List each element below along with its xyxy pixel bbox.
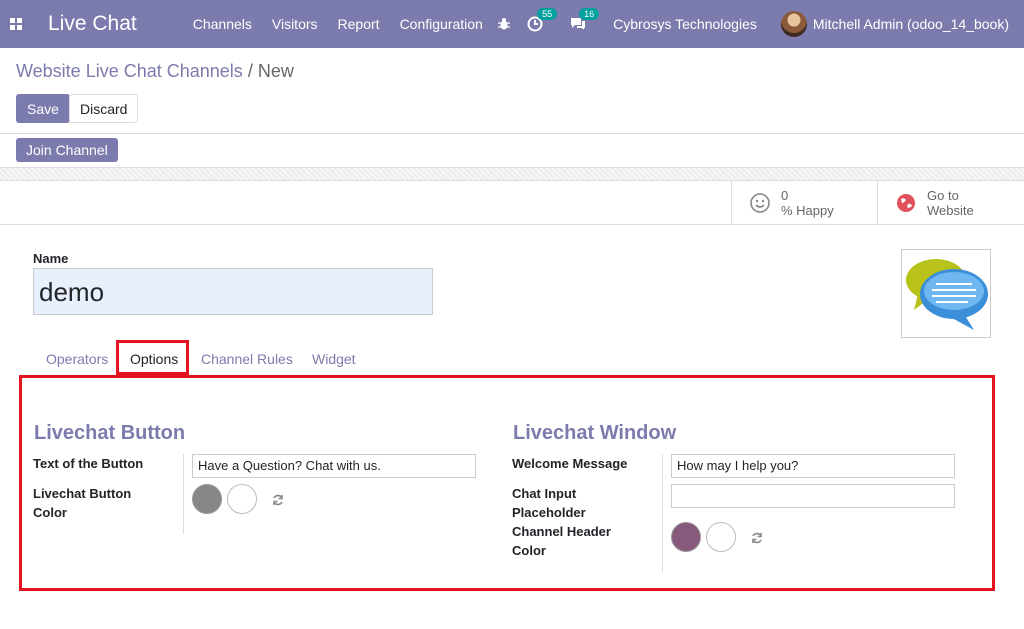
happy-stat-button[interactable]: 0 % Happy [731,181,877,225]
tab-channel-rules[interactable]: Channel Rules [201,351,293,367]
save-button[interactable]: Save [16,94,70,123]
field-separator [183,454,184,534]
app-name[interactable]: Live Chat [48,12,137,36]
join-channel-button[interactable]: Join Channel [16,138,118,162]
header-text-color-swatch[interactable] [706,522,736,552]
sheet-background-stripe [0,167,1024,181]
breadcrumb-current: New [257,61,294,81]
website-label-line1: Go to [927,188,959,203]
discard-button[interactable]: Discard [69,94,139,123]
website-label-line2: Website [927,203,974,218]
welcome-message-input[interactable]: How may I help you? [671,454,955,478]
user-avatar [780,11,807,37]
header-color-label-line2: Color [512,543,546,558]
divider [0,224,1024,225]
breadcrumb-separator: / [247,61,253,81]
go-to-website-button[interactable]: Go to Website [877,181,1024,225]
button-text-label: Text of the Button [33,456,144,471]
messaging-chat-icon[interactable]: 16 [569,8,600,32]
button-color-label-line2: Color [33,505,67,520]
button-color-swatch[interactable] [192,484,222,514]
globe-icon [897,194,915,212]
activity-clock-icon[interactable]: 55 [527,8,558,32]
main-menu: Channels Visitors Report Configuration [193,16,503,32]
menu-configuration[interactable]: Configuration [400,16,483,32]
menu-channels[interactable]: Channels [193,16,252,32]
menu-visitors[interactable]: Visitors [272,16,318,32]
livechat-button-group-title: Livechat Button [34,422,186,444]
tab-operators[interactable]: Operators [46,351,108,367]
options-page-highlight [19,375,995,591]
apps-menu-icon[interactable] [0,0,32,48]
smile-icon [750,193,770,213]
company-switcher[interactable]: Cybrosys Technologies [613,16,757,32]
happy-label: % Happy [781,203,834,218]
activity-count-badge: 55 [537,8,558,20]
header-color-label-line1: Channel Header [512,524,611,539]
channel-image[interactable] [901,249,991,338]
top-navbar: Live Chat Channels Visitors Report Confi… [0,0,1024,48]
placeholder-label-line2: Placeholder [512,505,586,520]
tab-options[interactable]: Options [130,351,178,367]
message-count-badge: 16 [579,8,600,20]
header-color-swatch[interactable] [671,522,701,552]
chat-input-placeholder-input[interactable] [671,484,955,508]
name-input[interactable]: demo [33,268,433,315]
breadcrumb-parent[interactable]: Website Live Chat Channels [16,61,243,81]
button-color-label-line1: Livechat Button [33,486,132,501]
divider [0,133,1024,134]
reset-color-icon[interactable] [750,531,764,545]
navbar-systray: 55 16 Cybrosys Technologies Mitchell Adm… [497,0,1024,48]
chat-bubbles-icon [906,259,988,330]
menu-report[interactable]: Report [338,16,380,32]
user-menu[interactable]: Mitchell Admin (odoo_14_book) [780,11,1009,37]
placeholder-label-line1: Chat Input [512,486,577,501]
name-label: Name [33,251,69,266]
button-text-input[interactable]: Have a Question? Chat with us. [192,454,476,478]
reset-color-icon[interactable] [271,493,285,507]
welcome-message-label: Welcome Message [512,456,628,471]
field-separator [662,454,663,572]
debug-bug-icon[interactable] [497,17,511,31]
user-name: Mitchell Admin (odoo_14_book) [812,16,1009,32]
breadcrumb: Website Live Chat Channels / New [16,61,294,82]
livechat-window-group-title: Livechat Window [513,422,677,444]
tab-widget[interactable]: Widget [312,351,356,367]
happy-value: 0 [781,188,789,203]
button-text-color-swatch[interactable] [227,484,257,514]
